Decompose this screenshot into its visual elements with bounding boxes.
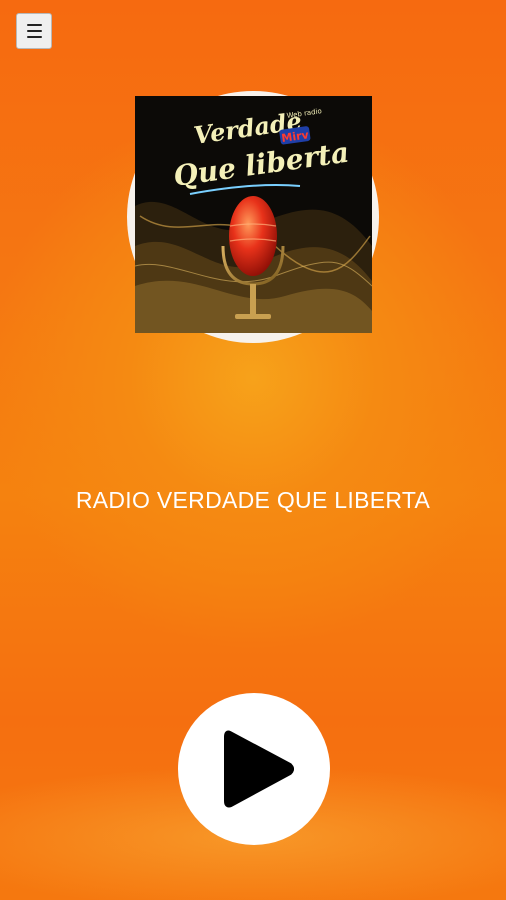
play-icon bbox=[224, 730, 294, 808]
station-cover-art: Verdade Que liberta Mirv Web radio bbox=[135, 96, 372, 333]
play-button[interactable] bbox=[178, 693, 330, 845]
cover-art-image: Verdade Que liberta Mirv Web radio bbox=[135, 96, 372, 333]
station-title: RADIO VERDADE QUE LIBERTA bbox=[75, 487, 431, 513]
menu-button[interactable] bbox=[16, 13, 52, 49]
hamburger-menu-icon bbox=[26, 24, 42, 26]
